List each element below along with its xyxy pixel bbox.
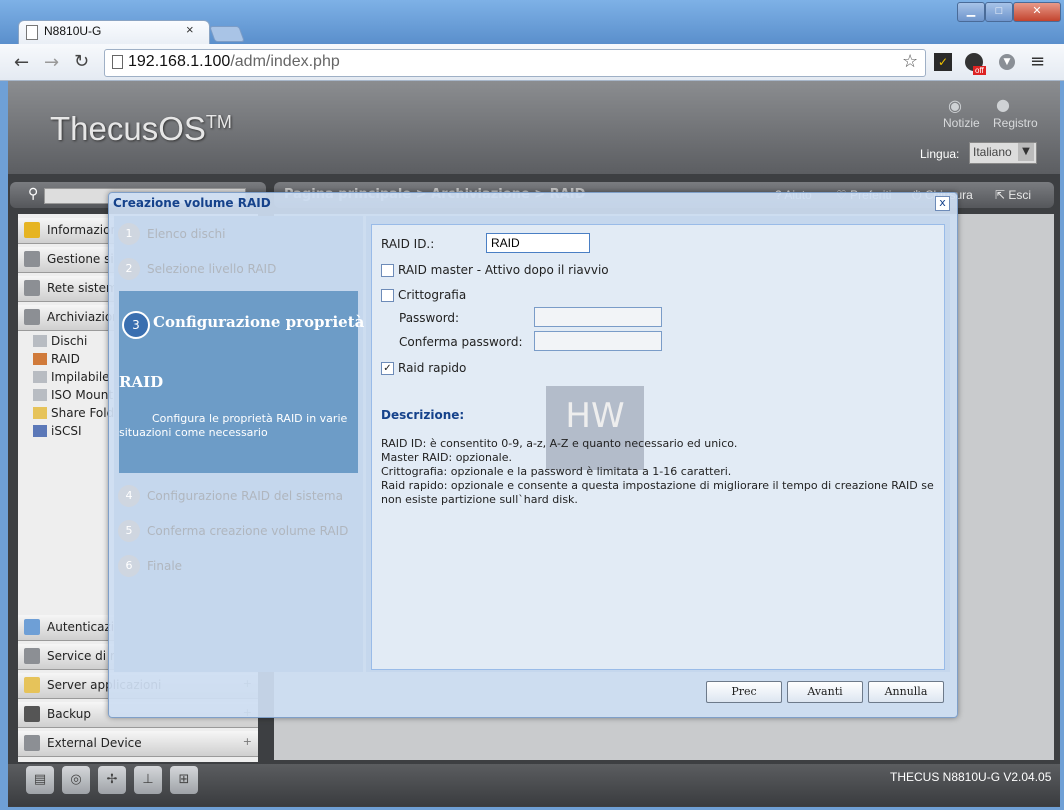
active-step-number: 3 xyxy=(122,311,150,339)
chevron-down-icon[interactable]: ▼ xyxy=(1018,143,1034,161)
network-status-icon[interactable]: ⊞ xyxy=(170,766,198,794)
extension-shield-icon[interactable]: ▼ xyxy=(999,54,1015,70)
apps-icon xyxy=(24,677,40,693)
sidebar-subitem-iscsi[interactable]: iSCSI xyxy=(33,424,82,438)
url-text: 192.168.1.100/adm/index.php xyxy=(128,53,340,70)
backup-icon xyxy=(24,706,40,722)
prev-button[interactable]: Prec xyxy=(706,681,782,703)
network-icon xyxy=(24,280,40,296)
rss-icon[interactable]: ◉ xyxy=(948,96,962,115)
active-step-title: Configurazione proprietà xyxy=(153,313,365,331)
temperature-icon[interactable]: ⊥ xyxy=(134,766,162,794)
raid-master-checkbox[interactable] xyxy=(381,264,394,277)
stack-icon xyxy=(33,371,47,383)
network-icon xyxy=(24,648,40,664)
notice-link[interactable]: Notizie xyxy=(943,116,980,130)
users-icon xyxy=(24,619,40,635)
description-title: Descrizione: xyxy=(381,408,465,422)
disk-icon xyxy=(33,335,47,347)
fast-raid-checkbox[interactable]: ✓ xyxy=(381,362,394,375)
description-line: Master RAID: opzionale. xyxy=(381,451,513,464)
hdd-status-icon[interactable]: ▤ xyxy=(26,766,54,794)
minimize-button[interactable]: ▁ xyxy=(957,2,985,22)
dialog-title: Creazione volume RAID xyxy=(113,196,271,210)
close-window-button[interactable]: ✕ xyxy=(1013,2,1061,22)
fan-status-icon[interactable]: ✢ xyxy=(98,766,126,794)
raid-icon xyxy=(33,353,47,365)
log-link[interactable]: Registro xyxy=(993,116,1038,130)
iscsi-icon xyxy=(33,425,47,437)
description-line: RAID ID: è consentito 0-9, a-z, A-Z e qu… xyxy=(381,437,738,450)
bookmark-star-icon[interactable]: ☆ xyxy=(902,51,918,72)
watermark-logo: HW xyxy=(546,386,644,470)
maximize-button[interactable]: □ xyxy=(985,2,1013,22)
description-line: Crittografia: opzionale e la password è … xyxy=(381,465,732,478)
tab-title: N8810U-G xyxy=(44,24,102,38)
sidebar-subitem-stackable[interactable]: Impilabile xyxy=(33,370,110,384)
forward-arrow-icon[interactable]: → xyxy=(44,52,59,73)
description-line: non esiste partizione sull`hard disk. xyxy=(381,493,578,506)
firmware-version: THECUS N8810U-G V2.04.05 xyxy=(890,770,1052,784)
logout-link[interactable]: ⇱ Esci xyxy=(995,188,1031,202)
tab-close-icon[interactable]: × xyxy=(186,22,194,37)
tools-icon xyxy=(24,251,40,267)
page-icon xyxy=(26,25,38,40)
search-icon: ⚲ xyxy=(28,186,39,202)
back-arrow-icon[interactable]: ← xyxy=(14,52,29,73)
folder-icon xyxy=(33,407,47,419)
next-button[interactable]: Avanti xyxy=(787,681,863,703)
extension-off-badge: off xyxy=(973,66,986,75)
raid-id-label: RAID ID.: xyxy=(381,237,435,251)
new-tab-button[interactable] xyxy=(209,26,245,42)
storage-icon xyxy=(24,309,40,325)
language-value: Italiano xyxy=(973,145,1012,159)
thecus-logo: ThecusOSTM xyxy=(50,110,232,147)
close-icon[interactable]: x xyxy=(935,196,950,211)
description-line: Raid rapido: opzionale e consente a ques… xyxy=(381,479,934,492)
raid-master-label: RAID master - Attivo dopo il riavvio xyxy=(398,263,609,277)
active-step-title-cont: RAID xyxy=(119,373,164,391)
confirm-password-input[interactable] xyxy=(534,331,662,351)
reload-icon[interactable]: ↻ xyxy=(74,51,89,72)
sidebar-subitem-iso[interactable]: ISO Mount xyxy=(33,388,113,402)
language-label: Lingua: xyxy=(920,147,960,161)
disk-status-icon[interactable]: ◎ xyxy=(62,766,90,794)
external-device-icon xyxy=(24,735,40,751)
info-icon xyxy=(24,222,40,238)
page-icon xyxy=(112,55,123,69)
iso-icon xyxy=(33,389,47,401)
extension-check-icon[interactable]: ✓ xyxy=(934,53,952,71)
sidebar-subitem-disks[interactable]: Dischi xyxy=(33,334,87,348)
fast-raid-label: Raid rapido xyxy=(398,361,467,375)
menu-icon[interactable]: ≡ xyxy=(1030,51,1045,72)
password-label: Password: xyxy=(399,311,460,325)
password-input[interactable] xyxy=(534,307,662,327)
sidebar-item-external[interactable]: External Device + xyxy=(18,731,258,757)
encryption-checkbox[interactable] xyxy=(381,289,394,302)
cancel-button[interactable]: Annulla xyxy=(868,681,944,703)
confirm-password-label: Conferma password: xyxy=(399,335,523,349)
active-step-description: Configura le proprietà RAID in varie sit… xyxy=(119,412,348,439)
sidebar-subitem-raid[interactable]: RAID xyxy=(33,352,80,366)
speech-bubble-icon[interactable]: ● xyxy=(996,95,1010,114)
raid-id-input[interactable]: RAID xyxy=(486,233,590,253)
encryption-label: Crittografia xyxy=(398,288,467,302)
